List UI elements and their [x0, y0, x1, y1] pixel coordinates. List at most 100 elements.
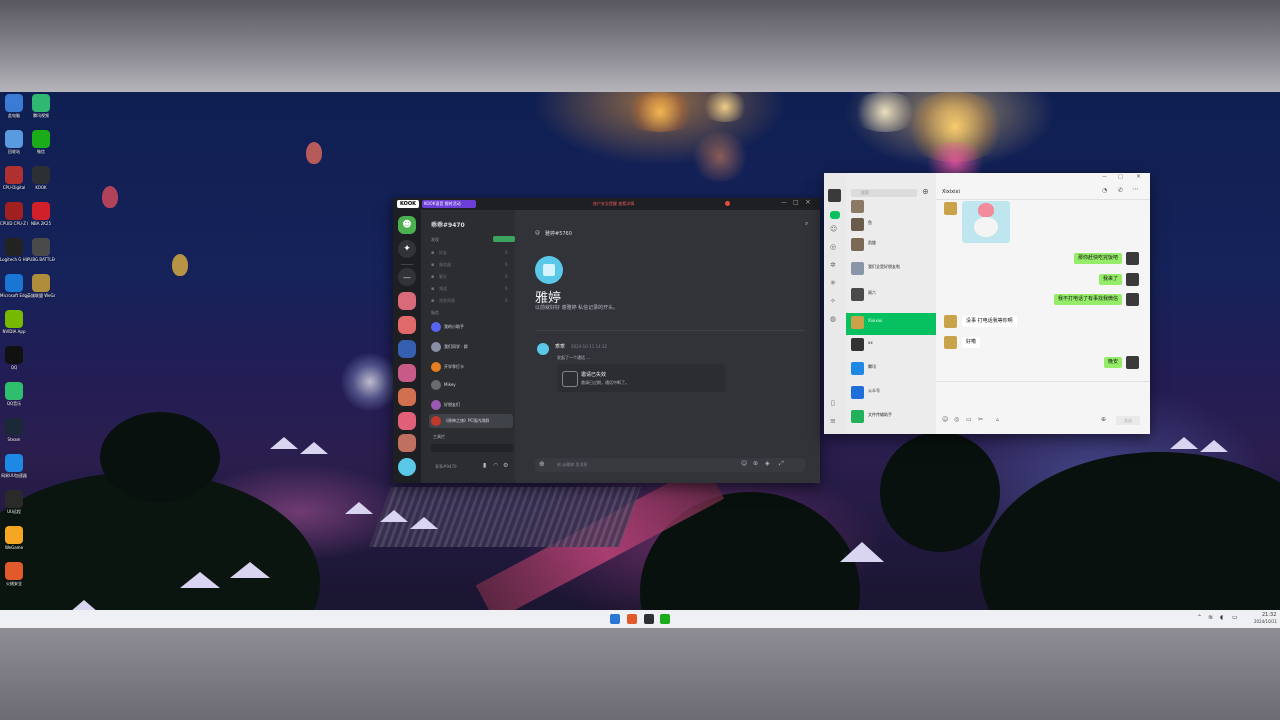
desktop-shortcut[interactable]: 英雄联盟 WeGame版 — [27, 274, 55, 298]
gift-icon[interactable]: ⊛ — [753, 460, 758, 467]
favorite-icon[interactable]: ◎ — [954, 416, 959, 423]
server-icon[interactable] — [398, 340, 416, 358]
desktop-shortcut[interactable]: 腾讯视频 — [27, 94, 55, 118]
battery-icon[interactable]: ▭ — [1232, 614, 1238, 621]
chat-list-item[interactable]: 鱼 — [846, 215, 936, 233]
wifi-icon[interactable]: ≋ — [1208, 614, 1213, 621]
close-button[interactable]: × — [1136, 173, 1141, 180]
minimize-button[interactable]: — — [1102, 174, 1107, 180]
server-icon[interactable] — [398, 292, 416, 310]
volume-icon[interactable]: ◖ — [1220, 614, 1223, 621]
tray-chevron-icon[interactable]: ⌃ — [1197, 614, 1202, 621]
dm-item[interactable]: 我们同学 · 群 — [429, 340, 513, 354]
desktop-shortcut[interactable]: Steam — [0, 418, 28, 442]
menu-icon[interactable]: ≡ — [830, 417, 836, 425]
send-button[interactable]: 发送 — [1116, 416, 1140, 425]
add-server-button[interactable]: — — [398, 268, 416, 286]
message-input[interactable]: ⊕ 给 @雅婷 发消息 ☺ ⊛ ◈ ⤢ — [535, 458, 805, 472]
server-icon[interactable] — [398, 412, 416, 430]
taskbar-wechat-icon[interactable] — [660, 614, 670, 624]
chat-list-item[interactable]: 我们全是好朋友啦 — [846, 259, 936, 277]
chat-list-item[interactable]: 周六 — [846, 285, 936, 303]
folder-icon[interactable]: ▭ — [966, 416, 972, 423]
expand-icon[interactable]: ⤢ — [779, 460, 784, 468]
desktop-shortcut[interactable]: QQ — [0, 346, 28, 370]
bottom-username[interactable]: 乖乖#9470 — [435, 464, 457, 470]
taskbar-time[interactable]: 21:32 — [1262, 612, 1276, 618]
username[interactable]: 乖乖#9470 — [431, 220, 465, 229]
desktop-shortcut[interactable]: CPUID CPU-Z MSI — [0, 202, 28, 226]
favorites-icon[interactable]: ◎ — [830, 243, 836, 251]
server-icon[interactable] — [398, 364, 416, 382]
mic-icon[interactable]: ▮ — [483, 462, 486, 469]
moments-icon[interactable]: ✲ — [830, 261, 836, 269]
desktop-shortcut[interactable]: KOOK — [27, 166, 55, 190]
minimize-button[interactable]: — — [781, 199, 787, 206]
desktop-shortcut[interactable]: PUBG BATTLEGR... — [27, 238, 55, 262]
sticker-icon[interactable]: ◈ — [765, 460, 770, 467]
sent-message-bubble[interactable]: 我不打电话了有事找我微信 — [1053, 294, 1122, 305]
chat-history-icon[interactable]: ▵ — [996, 416, 999, 423]
chat-icon[interactable] — [830, 211, 840, 219]
desktop-shortcut[interactable]: QQ音乐 — [0, 382, 28, 406]
server-icon[interactable] — [398, 316, 416, 334]
my-avatar[interactable] — [828, 189, 841, 202]
taskbar-app-icon[interactable] — [627, 614, 637, 624]
user-avatar[interactable] — [398, 458, 416, 476]
desktop-shortcut[interactable]: Logitech G HUB — [0, 238, 28, 262]
received-message-bubble[interactable]: 没事 打电话我等你啊 — [962, 316, 1017, 327]
chat-list-item[interactable]: Xixixixi — [846, 313, 936, 335]
nav-item[interactable]: ▪ 频道 0 — [429, 284, 509, 294]
phone-icon[interactable]: ▯ — [831, 399, 835, 407]
search-icon[interactable]: ⌕ — [805, 220, 808, 228]
desktop-shortcut[interactable]: WeGame — [0, 526, 28, 550]
dm-item[interactable]: Mikey — [429, 378, 513, 392]
scissors-icon[interactable]: ✂ — [978, 416, 983, 423]
desktop-shortcut[interactable]: CPU-Digital — [0, 166, 28, 190]
desktop-shortcut[interactable]: 回收站 — [0, 130, 28, 154]
nav-item[interactable]: ▪ 服务器 0 — [429, 260, 509, 270]
taskbar-kook-icon[interactable] — [644, 614, 654, 624]
contacts-icon[interactable]: ☺ — [830, 225, 837, 233]
taskbar-date[interactable]: 2024/10/11 — [1254, 619, 1277, 624]
kook-notice[interactable]: 账户安全提醒 查看详情 — [593, 201, 693, 207]
dm-item[interactable]: 好朋友们 — [429, 398, 513, 412]
dm-item[interactable]: 开学季打卡 — [429, 360, 513, 374]
search-input[interactable]: 搜索 — [851, 189, 917, 197]
dm-item[interactable]: 《原神之旅》PC版内测群 — [429, 414, 513, 428]
desktop-shortcut[interactable]: Microsoft Edge — [0, 274, 28, 298]
add-icon[interactable]: ⊕ — [922, 187, 929, 196]
chat-list-item[interactable]: 凯旋 — [846, 235, 936, 253]
chat-list-item[interactable]: xx — [846, 335, 936, 353]
close-button[interactable]: × — [805, 198, 811, 206]
emoji-icon[interactable]: ☺ — [741, 460, 747, 467]
voice-call-icon[interactable]: ⊕ — [1101, 416, 1106, 423]
desktop-shortcut[interactable]: 此电脑 — [0, 94, 28, 118]
server-icon[interactable] — [398, 434, 416, 452]
sent-message-bubble[interactable]: 那你赶快吃完饭吧 — [1073, 253, 1122, 264]
maximize-button[interactable]: □ — [793, 199, 799, 206]
chat-list-item[interactable] — [846, 197, 936, 215]
nav-item[interactable]: ▪ 好友 0 — [429, 248, 509, 258]
emoji-icon[interactable]: ☺ — [942, 416, 948, 423]
mini-program-icon[interactable]: ◍ — [830, 315, 836, 323]
server-icon[interactable] — [398, 388, 416, 406]
discover-button[interactable]: ✦ — [398, 240, 416, 258]
desktop-shortcut[interactable]: NVIDIA App — [0, 310, 28, 334]
chat-info-icon[interactable]: ◔ — [1102, 187, 1107, 194]
sticker-image[interactable] — [962, 201, 1010, 243]
channels-icon[interactable]: ✳ — [830, 279, 836, 287]
kook-banner[interactable]: KOOK语音 限时活动 — [422, 200, 476, 208]
sent-message-bubble[interactable]: 我来了 — [1098, 274, 1122, 285]
chat-list-item[interactable]: 文件传输助手 — [846, 407, 936, 425]
desktop-shortcut[interactable]: NBA 2K25 — [27, 202, 55, 226]
more-icon[interactable]: ⋯ — [1132, 185, 1139, 193]
nav-item[interactable]: ▪ 消息列表 0 — [429, 296, 509, 306]
desktop-shortcut[interactable]: 微信 — [27, 130, 55, 154]
start-button[interactable] — [610, 614, 620, 624]
add-attachment-icon[interactable]: ⊕ — [539, 460, 545, 468]
dm-item[interactable]: 我的小助手 — [429, 320, 513, 334]
desktop-shortcut[interactable]: 火绒安全 — [0, 562, 28, 586]
chat-list-item[interactable]: 公众号 — [846, 383, 936, 401]
home-button[interactable]: ☻ — [398, 216, 416, 234]
